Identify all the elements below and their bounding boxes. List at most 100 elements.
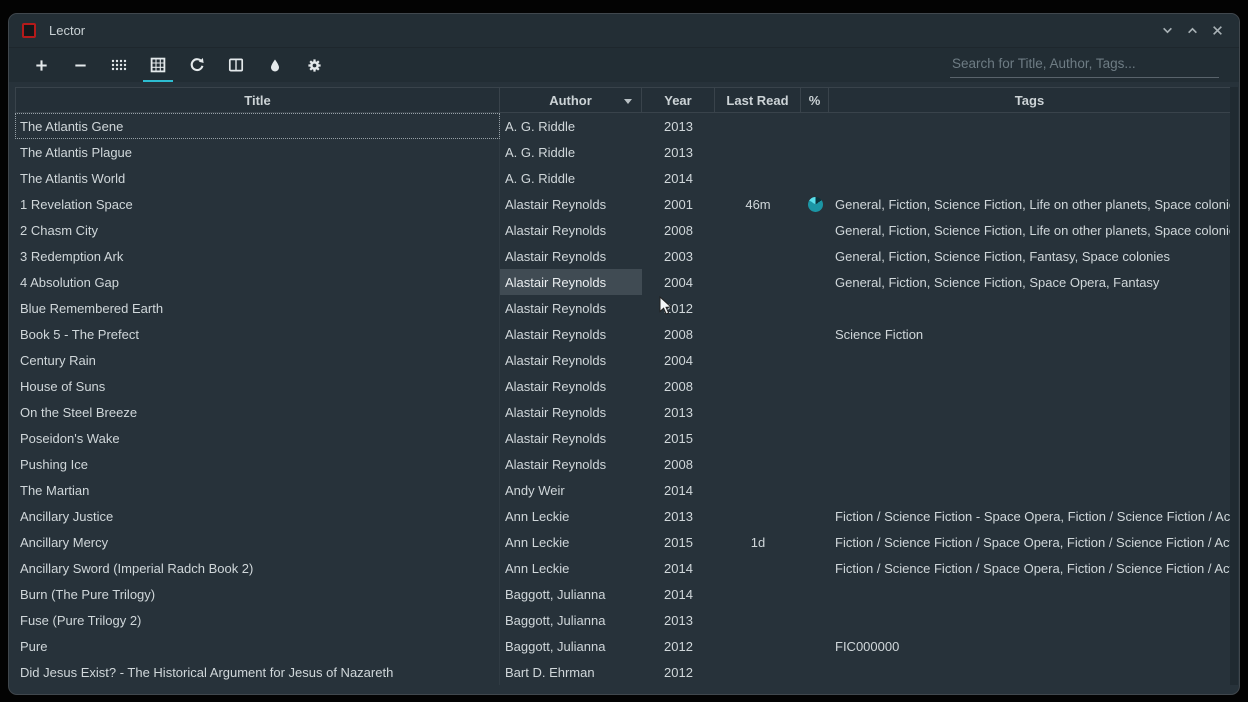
search-input[interactable]	[950, 53, 1219, 78]
cell-last-read[interactable]	[715, 295, 801, 321]
settings-button[interactable]	[299, 51, 329, 79]
column-header-year[interactable]: Year	[641, 87, 715, 113]
cell-title[interactable]: Century Rain	[15, 347, 500, 373]
cell-title[interactable]: Pushing Ice	[15, 451, 500, 477]
cell-year[interactable]: 2015	[642, 425, 715, 451]
cell-author[interactable]: Alastair Reynolds	[500, 243, 642, 269]
table-row[interactable]: Did Jesus Exist? - The Historical Argume…	[15, 659, 1231, 685]
cell-year[interactable]: 2008	[642, 217, 715, 243]
cell-author[interactable]: A. G. Riddle	[500, 113, 642, 139]
table-row[interactable]: The Atlantis World A. G. Riddle 2014	[15, 165, 1231, 191]
table-row[interactable]: 3 Redemption Ark Alastair Reynolds 2003 …	[15, 243, 1231, 269]
minimize-button[interactable]	[1158, 22, 1176, 40]
column-header-author[interactable]: Author	[499, 87, 642, 113]
cell-percent[interactable]	[801, 191, 829, 217]
cell-tags[interactable]	[829, 399, 1231, 425]
cell-title[interactable]: 3 Redemption Ark	[15, 243, 500, 269]
cell-year[interactable]: 2013	[642, 399, 715, 425]
refresh-library-button[interactable]	[182, 51, 212, 79]
cell-percent[interactable]	[801, 451, 829, 477]
cell-last-read[interactable]: 46m	[715, 191, 801, 217]
table-row[interactable]: Ancillary Mercy Ann Leckie 2015 1d Ficti…	[15, 529, 1231, 555]
cell-tags[interactable]	[829, 113, 1231, 139]
column-header-tags[interactable]: Tags	[828, 87, 1231, 113]
add-book-button[interactable]	[26, 51, 56, 79]
table-row[interactable]: Burn (The Pure Trilogy) Baggott, Juliann…	[15, 581, 1231, 607]
cell-last-read[interactable]	[715, 607, 801, 633]
cell-title[interactable]: The Atlantis Plague	[15, 139, 500, 165]
cell-last-read[interactable]: 1d	[715, 529, 801, 555]
column-header-last-read[interactable]: Last Read	[714, 87, 801, 113]
cell-tags[interactable]	[829, 347, 1231, 373]
theme-button[interactable]	[260, 51, 290, 79]
cell-percent[interactable]	[801, 139, 829, 165]
cell-tags[interactable]	[829, 477, 1231, 503]
table-row[interactable]: 4 Absolution Gap Alastair Reynolds 2004 …	[15, 269, 1231, 295]
cell-last-read[interactable]	[715, 321, 801, 347]
cell-percent[interactable]	[801, 477, 829, 503]
column-header-title[interactable]: Title	[15, 87, 500, 113]
cell-year[interactable]: 2001	[642, 191, 715, 217]
cell-tags[interactable]: General, Fiction, Science Fiction, Life …	[829, 217, 1231, 243]
cell-author[interactable]: Alastair Reynolds	[500, 217, 642, 243]
cell-last-read[interactable]	[715, 113, 801, 139]
cell-percent[interactable]	[801, 581, 829, 607]
cell-year[interactable]: 2014	[642, 555, 715, 581]
cell-author[interactable]: A. G. Riddle	[500, 139, 642, 165]
cell-tags[interactable]	[829, 581, 1231, 607]
cell-percent[interactable]	[801, 425, 829, 451]
cell-author[interactable]: Alastair Reynolds	[500, 451, 642, 477]
cell-tags[interactable]	[829, 451, 1231, 477]
cell-year[interactable]: 2008	[642, 321, 715, 347]
cell-year[interactable]: 2012	[642, 633, 715, 659]
cell-percent[interactable]	[801, 659, 829, 685]
cell-last-read[interactable]	[715, 633, 801, 659]
cell-year[interactable]: 2014	[642, 165, 715, 191]
cell-last-read[interactable]	[715, 425, 801, 451]
cell-last-read[interactable]	[715, 217, 801, 243]
cell-percent[interactable]	[801, 633, 829, 659]
cell-percent[interactable]	[801, 347, 829, 373]
cell-percent[interactable]	[801, 373, 829, 399]
cell-tags[interactable]	[829, 607, 1231, 633]
cell-year[interactable]: 2014	[642, 477, 715, 503]
table-row[interactable]: Poseidon's Wake Alastair Reynolds 2015	[15, 425, 1231, 451]
vertical-scrollbar[interactable]	[1230, 87, 1238, 685]
cell-year[interactable]: 2013	[642, 607, 715, 633]
cell-last-read[interactable]	[715, 477, 801, 503]
cell-last-read[interactable]	[715, 399, 801, 425]
cell-title[interactable]: Blue Remembered Earth	[15, 295, 500, 321]
cell-last-read[interactable]	[715, 555, 801, 581]
remove-book-button[interactable]	[65, 51, 95, 79]
cell-percent[interactable]	[801, 295, 829, 321]
table-row[interactable]: Fuse (Pure Trilogy 2) Baggott, Julianna …	[15, 607, 1231, 633]
table-row[interactable]: House of Suns Alastair Reynolds 2008	[15, 373, 1231, 399]
cell-year[interactable]: 2004	[642, 269, 715, 295]
table-row[interactable]: Ancillary Justice Ann Leckie 2013 Fictio…	[15, 503, 1231, 529]
cell-author[interactable]: Bart D. Ehrman	[500, 659, 642, 685]
cell-tags[interactable]: General, Fiction, Science Fiction, Space…	[829, 269, 1231, 295]
cell-year[interactable]: 2012	[642, 295, 715, 321]
cell-tags[interactable]: FIC000000	[829, 633, 1231, 659]
cell-percent[interactable]	[801, 529, 829, 555]
cell-title[interactable]: Burn (The Pure Trilogy)	[15, 581, 500, 607]
cell-title[interactable]: Ancillary Justice	[15, 503, 500, 529]
column-header-percent[interactable]: %	[800, 87, 829, 113]
open-book-button[interactable]	[221, 51, 251, 79]
table-row[interactable]: Ancillary Sword (Imperial Radch Book 2) …	[15, 555, 1231, 581]
cell-author[interactable]: Ann Leckie	[500, 555, 642, 581]
cell-title[interactable]: The Martian	[15, 477, 500, 503]
table-row[interactable]: On the Steel Breeze Alastair Reynolds 20…	[15, 399, 1231, 425]
table-row[interactable]: Book 5 - The Prefect Alastair Reynolds 2…	[15, 321, 1231, 347]
cell-year[interactable]: 2003	[642, 243, 715, 269]
cell-title[interactable]: 4 Absolution Gap	[15, 269, 500, 295]
cell-tags[interactable]	[829, 425, 1231, 451]
cell-author[interactable]: Baggott, Julianna	[500, 607, 642, 633]
cell-year[interactable]: 2008	[642, 373, 715, 399]
cell-author[interactable]: Alastair Reynolds	[500, 269, 642, 295]
cell-tags[interactable]: Fiction / Science Fiction / Space Opera,…	[829, 529, 1231, 555]
cell-year[interactable]: 2015	[642, 529, 715, 555]
cell-percent[interactable]	[801, 243, 829, 269]
cell-year[interactable]: 2008	[642, 451, 715, 477]
table-row[interactable]: The Atlantis Plague A. G. Riddle 2013	[15, 139, 1231, 165]
